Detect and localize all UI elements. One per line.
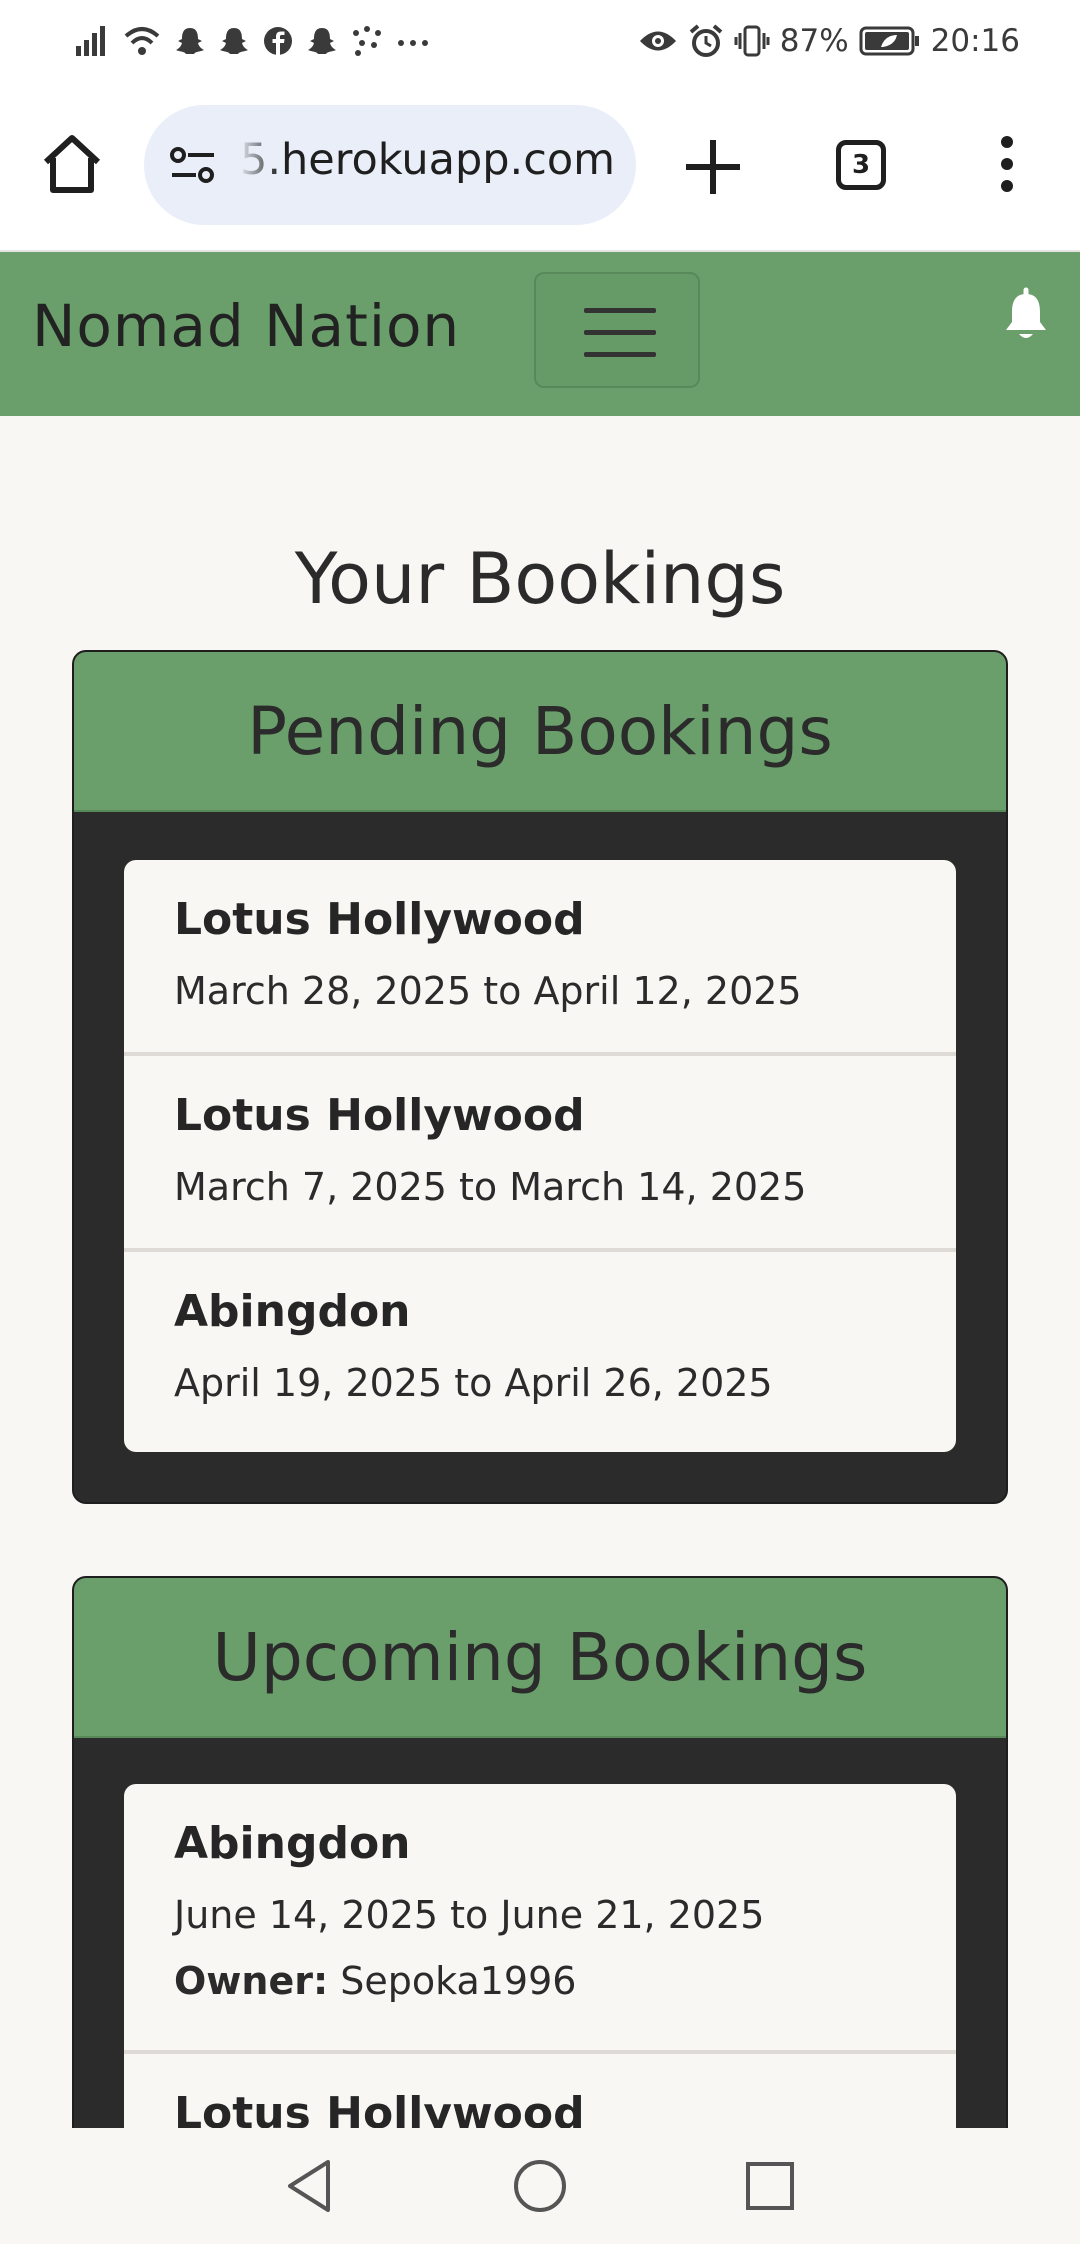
status-bar: 87% 20:16 [0,0,1080,82]
page-title: Your Bookings [294,538,786,620]
snapchat-icon [308,28,336,54]
dots-app-icon [353,26,381,56]
signal-icon [76,26,105,56]
brand-logo-text[interactable]: Nomad Nation [32,292,460,360]
pending-bookings-card: Pending Bookings Lotus Hollywood March 2… [72,650,1008,1504]
upcoming-bookings-card: Upcoming Bookings Abingdon June 14, 2025… [72,1576,1008,2176]
booking-owner: Owner: Sepoka1996 [174,1959,906,2003]
clock: 20:16 [930,23,1020,59]
url-text[interactable]: 5.herokuapp.com [240,135,615,185]
home-nav-icon[interactable] [510,2156,570,2216]
hamburger-bar [584,308,656,313]
alarm-icon [689,24,723,57]
booking-item[interactable]: Lotus Hollywood March 7, 2025 to March 1… [124,1056,956,1252]
battery-icon [859,26,919,56]
notification-bell-icon[interactable] [1004,286,1048,342]
booking-property-name: Lotus Hollywood [174,894,585,945]
url-fade [240,105,280,225]
booking-item[interactable]: Abingdon June 14, 2025 to June 21, 2025 … [124,1784,956,2054]
vibrate-icon [734,25,770,57]
booking-property-name: Lotus Hollywood [174,1090,585,1141]
site-navbar: Nomad Nation [0,252,1080,416]
hamburger-bar [584,352,656,357]
battery-percent: 87% [779,23,849,59]
status-left-icons [74,18,430,64]
booking-dates: March 28, 2025 to April 12, 2025 [174,969,802,1013]
hamburger-bar [584,330,656,335]
pending-bookings-list: Lotus Hollywood March 28, 2025 to April … [124,860,956,1452]
recents-icon[interactable] [740,2156,800,2216]
upcoming-card-header: Upcoming Bookings [74,1578,1006,1738]
owner-name: Sepoka1996 [340,1959,577,2003]
facebook-icon [264,27,292,55]
new-tab-icon[interactable] [682,136,744,198]
upcoming-card-title: Upcoming Bookings [212,1618,868,1696]
booking-property-name: Abingdon [174,1286,411,1337]
snapchat-icon [220,28,248,54]
booking-dates: April 19, 2025 to April 26, 2025 [174,1361,773,1405]
upcoming-bookings-list: Abingdon June 14, 2025 to June 21, 2025 … [124,1784,956,2174]
booking-item[interactable]: Abingdon April 19, 2025 to April 26, 202… [124,1252,956,1448]
pending-card-header: Pending Bookings [74,652,1006,812]
owner-label: Owner: [174,1959,329,2003]
back-icon[interactable] [280,2156,340,2216]
more-icon [398,40,428,46]
snapchat-icon [176,28,204,54]
home-icon[interactable] [40,132,104,196]
system-navigation-bar [0,2128,1080,2244]
browser-toolbar: 5.herokuapp.com 3 [0,82,1080,252]
status-right-icons: 87% 20:16 [638,18,1020,64]
booking-dates: June 14, 2025 to June 21, 2025 [174,1893,765,1937]
site-settings-icon[interactable] [168,143,218,187]
navbar-toggle-button[interactable] [534,272,700,388]
booking-property-name: Abingdon [174,1818,411,1869]
overflow-menu-icon[interactable] [990,134,1024,194]
wifi-icon [124,27,160,55]
booking-item[interactable]: Lotus Hollywood March 28, 2025 to April … [124,860,956,1056]
booking-dates: March 7, 2025 to March 14, 2025 [174,1165,807,1209]
tab-switcher-button[interactable]: 3 [836,140,886,190]
eye-icon [639,31,676,51]
address-bar[interactable]: 5.herokuapp.com [144,105,636,225]
pending-card-title: Pending Bookings [247,692,833,770]
